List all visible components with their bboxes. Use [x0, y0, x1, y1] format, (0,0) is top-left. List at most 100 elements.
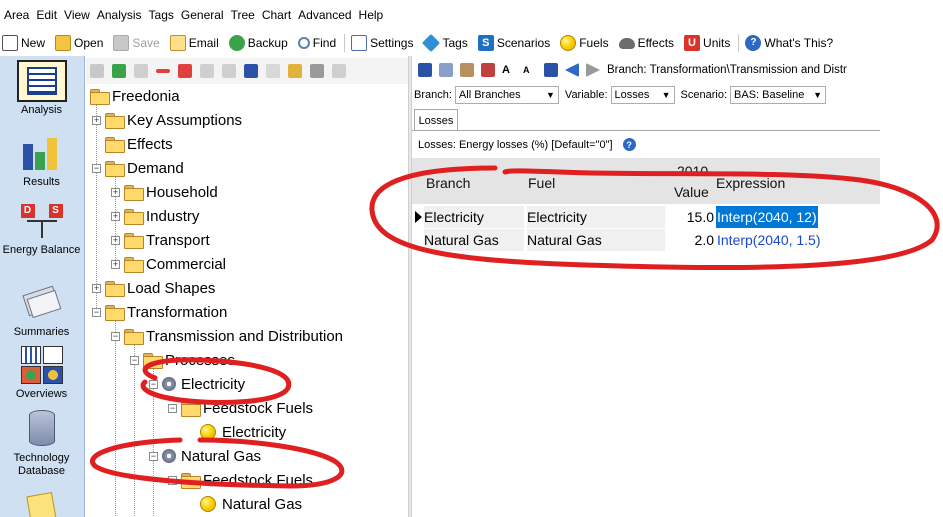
move-up-icon[interactable]	[200, 64, 214, 78]
expand-icon[interactable]: +	[111, 259, 120, 269]
tree-node-commercial[interactable]: + Commercial	[111, 253, 226, 275]
view-results[interactable]: Results	[0, 132, 83, 189]
menu-general[interactable]: General	[181, 8, 231, 22]
add-sub-branch-icon[interactable]	[134, 64, 148, 78]
menu-advanced[interactable]: Advanced	[298, 8, 358, 22]
backup-button[interactable]: Backup	[228, 35, 288, 51]
tree-node-key-assumptions[interactable]: + Key Assumptions	[92, 109, 242, 131]
menu-area[interactable]: Area	[4, 8, 36, 22]
tree-node-effects[interactable]: Effects	[105, 133, 173, 155]
tree-node-transport[interactable]: + Transport	[111, 229, 210, 251]
tree-node-processes[interactable]: − Processes	[130, 349, 235, 371]
header-branch[interactable]: Branch	[426, 175, 470, 191]
view-technology-database[interactable]: Technology Database	[0, 408, 83, 478]
variable-select[interactable]: Losses ▼	[610, 86, 675, 104]
grow-font-icon[interactable]: A	[502, 63, 516, 77]
branch-select[interactable]: All Branches ▼	[454, 86, 559, 104]
collapse-icon[interactable]: −	[168, 403, 177, 413]
menu-analysis[interactable]: Analysis	[97, 8, 149, 22]
cell-fuel[interactable]: Electricity	[527, 206, 665, 228]
tab-losses[interactable]: Losses	[414, 109, 458, 131]
menu-tags[interactable]: Tags	[149, 8, 181, 22]
tree-node-feedstock-fuels-electricity[interactable]: − Feedstock Fuels	[168, 397, 313, 419]
tree-node-fuel-electricity[interactable]: Electricity	[200, 421, 286, 443]
cell-branch[interactable]: Natural Gas	[424, 229, 524, 251]
menu-view[interactable]: View	[64, 8, 97, 22]
forward-arrow-icon[interactable]	[586, 63, 600, 77]
cell-value[interactable]: 15.0	[668, 206, 714, 228]
shrink-font-icon[interactable]: A	[523, 63, 537, 77]
delete-branch-icon[interactable]	[156, 69, 170, 73]
copy-icon[interactable]	[439, 63, 453, 77]
collapse-icon[interactable]: −	[111, 331, 120, 341]
view-notes[interactable]	[0, 490, 83, 517]
collapse-icon[interactable]: −	[149, 379, 158, 389]
cell-expression[interactable]: Interp(2040, 1.5)	[717, 229, 821, 251]
units-button[interactable]: U Units	[684, 35, 730, 51]
scenario-select[interactable]: BAS: Baseline ▼	[730, 86, 827, 104]
tree-outline-icon[interactable]	[244, 64, 258, 78]
chart-icon[interactable]	[544, 63, 558, 77]
tree-node-freedonia[interactable]: Freedonia	[90, 85, 180, 107]
folder-outline-icon[interactable]	[266, 64, 280, 78]
cell-branch[interactable]: Electricity	[424, 206, 524, 228]
tree-node-process-natural-gas[interactable]: − Natural Gas	[149, 445, 261, 467]
cell-fuel[interactable]: Natural Gas	[527, 229, 665, 251]
lock-icon[interactable]	[288, 64, 302, 78]
expand-icon[interactable]: +	[111, 211, 120, 221]
tree-node-feedstock-fuels-natural-gas[interactable]: − Feedstock Fuels	[168, 469, 313, 491]
tree-node-demand[interactable]: − Demand	[92, 157, 184, 179]
menu-tree[interactable]: Tree	[231, 8, 262, 22]
menu-chart[interactable]: Chart	[262, 8, 298, 22]
table-row[interactable]: Natural Gas Natural Gas 2.0 Interp(2040,…	[412, 229, 880, 251]
tree-node-household[interactable]: + Household	[111, 181, 218, 203]
collapse-icon[interactable]: −	[92, 307, 101, 317]
whats-this-button[interactable]: ? What's This?	[745, 35, 833, 51]
sort-az-icon[interactable]	[310, 64, 324, 78]
open-button[interactable]: Open	[55, 35, 103, 51]
view-summaries[interactable]: Summaries	[0, 282, 83, 339]
settings-button[interactable]: Settings	[351, 35, 413, 51]
tree-node-transmission-distribution[interactable]: − Transmission and Distribution	[111, 325, 343, 347]
cell-value[interactable]: 2.0	[668, 229, 714, 251]
add-branch-icon[interactable]	[112, 64, 126, 78]
collapse-icon[interactable]: −	[92, 163, 101, 173]
collapse-icon[interactable]: −	[130, 355, 139, 365]
effects-button[interactable]: Effects	[618, 36, 674, 50]
tags-button[interactable]: Tags	[422, 33, 468, 53]
save-button[interactable]: Save	[113, 35, 160, 51]
header-fuel[interactable]: Fuel	[528, 175, 555, 191]
expand-icon[interactable]: +	[111, 235, 120, 245]
tree-node-fuel-natural-gas[interactable]: Natural Gas	[200, 493, 302, 515]
cell-expression[interactable]: Interp(2040, 12)	[716, 206, 818, 228]
expand-icon[interactable]: +	[111, 187, 120, 197]
tree-node-industry[interactable]: + Industry	[111, 205, 199, 227]
menu-edit[interactable]: Edit	[36, 8, 64, 22]
view-overviews[interactable]: Overviews	[0, 344, 83, 401]
tree-node-transformation[interactable]: − Transformation	[92, 301, 227, 323]
header-year[interactable]: 2010	[677, 163, 708, 179]
collapse-icon[interactable]: −	[149, 451, 158, 461]
header-expression[interactable]: Expression	[716, 175, 785, 191]
fuels-button[interactable]: Fuels	[560, 35, 609, 51]
tree-node-process-electricity[interactable]: − Electricity	[149, 373, 245, 395]
clear-icon[interactable]	[332, 64, 346, 78]
email-button[interactable]: Email	[169, 35, 219, 51]
pin-icon[interactable]	[418, 63, 432, 77]
tree-node-load-shapes[interactable]: + Load Shapes	[92, 277, 215, 299]
collapse-icon[interactable]: −	[168, 475, 177, 485]
new-button[interactable]: New	[2, 35, 45, 51]
help-icon[interactable]: ?	[622, 138, 636, 151]
header-value[interactable]: Value	[674, 184, 709, 200]
find-button[interactable]: Find	[297, 36, 336, 50]
rename-branch-icon[interactable]	[178, 64, 192, 78]
menu-help[interactable]: Help	[359, 8, 391, 22]
panel-splitter[interactable]	[408, 56, 412, 517]
tree-grid-icon[interactable]	[90, 64, 104, 78]
back-arrow-icon[interactable]	[565, 63, 579, 77]
paste-icon[interactable]	[460, 63, 474, 77]
move-down-icon[interactable]	[222, 64, 236, 78]
view-analysis[interactable]: Analysis	[0, 60, 83, 117]
table-row[interactable]: Electricity Electricity 15.0 Interp(2040…	[412, 206, 880, 228]
view-energy-balance[interactable]: D S Energy Balance	[0, 200, 83, 257]
